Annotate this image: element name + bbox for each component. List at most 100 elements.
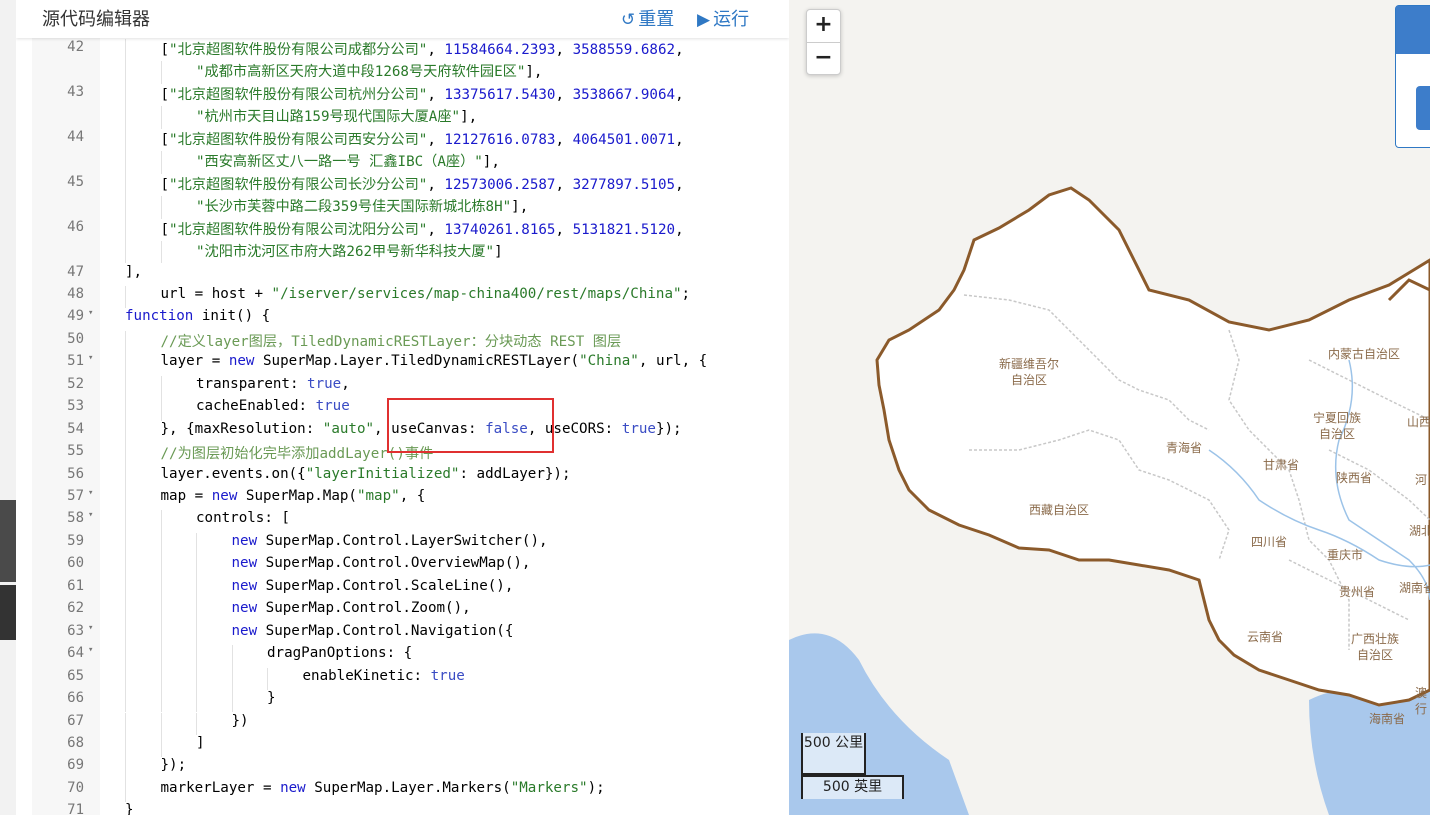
code-token: 5131821.5120 <box>572 221 676 238</box>
code-line: 64 ▾ dragPanOptions: { <box>16 645 789 668</box>
layer-switcher-panel[interactable] <box>1395 5 1430 148</box>
code-text: url = host + "/iserver/services/map-chin… <box>161 286 691 302</box>
code-token: 13375617.5430 <box>444 86 556 103</box>
code-token: "China" <box>579 353 639 370</box>
fold-arrow-icon[interactable]: ▾ <box>88 353 93 363</box>
code-token: new <box>228 353 255 370</box>
code-token: ] <box>196 734 205 751</box>
code-token: }); <box>655 420 682 437</box>
code-line: 45 ["北京超图软件股份有限公司长沙分公司", 12573006.2587, 3… <box>16 173 789 197</box>
fold-arrow-icon[interactable]: ▾ <box>88 488 93 498</box>
map-view[interactable]: 新疆维吾尔 自治区 西藏自治区 青海省 甘肃省 宁夏回族 自治区 内蒙古自治区 陕西省 四川省… <box>789 0 1430 815</box>
code-area[interactable]: 42 ["北京超图软件股份有限公司成都分公司", 11584664.2393, 3… <box>16 38 789 815</box>
code-token: ] <box>494 244 503 261</box>
code-line: 69}); <box>16 757 789 780</box>
fold-arrow-icon[interactable]: ▾ <box>88 510 93 520</box>
code-token: new <box>231 555 258 572</box>
code-token: layer = <box>160 353 229 370</box>
indent-guide <box>125 488 126 511</box>
line-number: 68 <box>67 734 84 751</box>
code-token: "西安高新区丈八一路一号 汇鑫IBC（A座）" <box>196 154 483 171</box>
indent-guide <box>160 667 162 691</box>
indent-guide <box>160 241 162 264</box>
code-text: } <box>125 802 134 815</box>
code-text: //定义layer图层，TiledDynamicRESTLayer：分块动态 R… <box>161 331 622 351</box>
code-text: }, {maxResolution: "auto", useCanvas: fa… <box>161 421 682 437</box>
indent-guide <box>125 667 126 691</box>
code-token: [ <box>160 86 170 103</box>
code-token: //为图层初始化完毕添加addLayer()事件 <box>160 446 434 463</box>
indent-guide <box>125 690 126 713</box>
code-token: ; <box>681 285 691 302</box>
line-number: 61 <box>67 577 84 594</box>
indent-guide <box>125 712 126 735</box>
code-line: 53 cacheEnabled: true <box>16 398 789 421</box>
indent-guide <box>160 510 162 533</box>
line-number: 70 <box>67 779 84 796</box>
code-token: layer.events.on({ <box>160 465 306 482</box>
code-token: , { <box>399 488 426 504</box>
code-token: "成都市高新区天府大道中段1268号天府软件园E区" <box>196 64 526 81</box>
code-line: 56 layer.events.on({"layerInitialized": a… <box>16 465 789 488</box>
indent-guide <box>160 151 162 174</box>
indent-guide <box>196 712 197 735</box>
play-circle-icon: ▶ <box>697 10 711 30</box>
code-text: new SuperMap.Control.OverviewMap(), <box>232 555 531 571</box>
fold-arrow-icon[interactable]: ▾ <box>88 623 93 633</box>
code-line: 66} <box>16 690 789 713</box>
zoom-in-button[interactable]: + <box>807 10 840 41</box>
code-token: ], <box>482 154 500 171</box>
line-number: 59 <box>67 532 84 549</box>
code-text: layer = new SuperMap.Layer.TiledDynamicR… <box>161 353 708 369</box>
layer-switcher-button[interactable] <box>1416 86 1430 130</box>
code-line: "成都市高新区天府大道中段1268号天府软件园E区"], <box>16 61 789 84</box>
code-token: 4064501.0071 <box>572 131 676 148</box>
code-text: new SuperMap.Control.Navigation({ <box>232 623 514 639</box>
code-token: , <box>675 221 684 238</box>
indent-guide <box>160 532 162 556</box>
code-token: "北京超图软件股份有限公司长沙分公司" <box>169 176 428 193</box>
reset-button[interactable]: ↺ 重置 <box>621 5 674 31</box>
code-token: , <box>675 42 684 58</box>
code-token: ], <box>511 199 529 216</box>
code-token: transparent: <box>196 375 308 392</box>
scale-km: 500 公里 <box>801 733 866 775</box>
code-line: 42 ["北京超图软件股份有限公司成都分公司", 11584664.2393, 3… <box>16 39 789 62</box>
code-token: "长沙市芙蓉中路二段359号佳天国际新城北栋8H" <box>196 199 512 216</box>
fold-arrow-icon[interactable]: ▾ <box>88 308 93 318</box>
zoom-out-button[interactable]: − <box>807 43 840 74</box>
indent-guide <box>160 600 162 623</box>
indent-guide <box>125 106 126 129</box>
indent-guide <box>196 577 197 601</box>
code-token: , useCanvas: <box>374 420 486 437</box>
code-token: , useCORS: <box>527 420 622 437</box>
code-token: SuperMap.Layer.TiledDynamicRESTLayer( <box>254 353 580 370</box>
editor-header: 源代码编辑器 ↺ 重置 ▶ 运行 <box>16 0 789 38</box>
indent-guide <box>125 757 126 780</box>
line-number: 62 <box>67 600 84 617</box>
region-label-sichuan: 四川省 <box>1250 535 1288 549</box>
code-token: "沈阳市沈河区市府大路262甲号新华科技大厦" <box>196 244 495 261</box>
code-token: init() { <box>193 308 271 325</box>
indent-guide <box>125 645 126 668</box>
fold-arrow-icon[interactable]: ▾ <box>88 645 93 655</box>
code-text: ["北京超图软件股份有限公司成都分公司", 11584664.2393, 358… <box>161 39 684 59</box>
code-line: 71} <box>16 802 789 815</box>
code-token: [ <box>160 176 170 193</box>
line-number: 42 <box>67 39 84 55</box>
code-token: 11584664.2393 <box>444 42 556 58</box>
code-token: "杭州市天目山路159号现代国际大厦A座" <box>196 109 461 126</box>
code-line: 68] <box>16 734 789 758</box>
code-line: 49 ▾ function init() { <box>16 308 789 330</box>
region-label-shanxi: 山西 <box>1406 415 1430 429</box>
region-label-gansu: 甘肃省 <box>1262 458 1300 472</box>
code-token: ], <box>460 109 478 126</box>
code-text: }); <box>161 757 187 773</box>
run-button[interactable]: ▶ 运行 <box>697 5 749 31</box>
code-token: SuperMap.Control.LayerSwitcher(), <box>257 532 548 549</box>
indent-guide <box>196 690 197 713</box>
code-text: new SuperMap.Control.Zoom(), <box>232 600 471 616</box>
region-label-guangxi: 广西壮族 自治区 <box>1350 632 1400 662</box>
region-label-neimenggu: 内蒙古自治区 <box>1327 347 1401 361</box>
code-line: 59 new SuperMap.Control.LayerSwitcher(), <box>16 532 789 556</box>
